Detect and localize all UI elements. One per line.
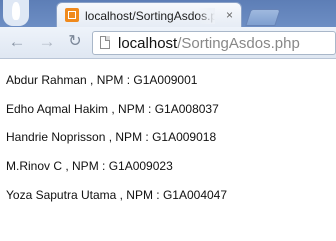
student-npm: G1A004047 bbox=[162, 188, 228, 202]
browser-tab[interactable]: localhost/SortingAsdos.php × bbox=[56, 2, 242, 27]
xampp-favicon-icon bbox=[65, 8, 79, 22]
student-npm: G1A009001 bbox=[133, 73, 198, 87]
address-bar[interactable]: localhost/SortingAsdos.php bbox=[92, 31, 336, 55]
student-name: Handrie Noprisson bbox=[6, 130, 106, 144]
student-line-5: Yoza Saputra Utama , NPM : G1A004047 bbox=[6, 187, 227, 203]
student-name: Yoza Saputra Utama bbox=[6, 188, 117, 202]
address-host: localhost bbox=[118, 35, 178, 52]
browser-tabstrip: localhost/SortingAsdos.php × bbox=[0, 0, 336, 27]
student-npm: G1A009023 bbox=[108, 159, 173, 173]
student-npm: G1A008037 bbox=[154, 102, 219, 116]
page-icon bbox=[100, 36, 110, 49]
student-line-4: M.Rinov C , NPM : G1A009023 bbox=[6, 158, 173, 174]
tab-title: localhost/SortingAsdos.php bbox=[85, 8, 215, 24]
close-tab-icon[interactable]: × bbox=[226, 8, 233, 22]
browser-toolbar: ← → ↻ localhost/SortingAsdos.php bbox=[0, 27, 336, 59]
npm-separator: , NPM : bbox=[86, 73, 134, 87]
npm-separator: , NPM : bbox=[62, 159, 109, 173]
address-url[interactable]: localhost/SortingAsdos.php bbox=[118, 35, 300, 52]
student-line-1: Abdur Rahman , NPM : G1A009001 bbox=[6, 72, 197, 88]
npm-separator: , NPM : bbox=[105, 130, 153, 144]
npm-separator: , NPM : bbox=[108, 102, 155, 116]
address-path: /SortingAsdos.php bbox=[177, 35, 300, 52]
profile-icon bbox=[3, 0, 29, 26]
student-line-3: Handrie Noprisson , NPM : G1A009018 bbox=[6, 129, 216, 145]
forward-button[interactable]: → bbox=[38, 33, 56, 51]
student-name: Edho Aqmal Hakim bbox=[6, 102, 109, 116]
student-line-2: Edho Aqmal Hakim , NPM : G1A008037 bbox=[6, 101, 219, 117]
student-npm: G1A009018 bbox=[152, 130, 217, 144]
back-button[interactable]: ← bbox=[8, 33, 26, 51]
new-tab-button[interactable] bbox=[245, 9, 281, 26]
student-name: M.Rinov C bbox=[6, 159, 63, 173]
npm-separator: , NPM : bbox=[116, 188, 163, 202]
page-content: Abdur Rahman , NPM : G1A009001 Edho Aqma… bbox=[0, 59, 336, 241]
reload-button[interactable]: ↻ bbox=[66, 33, 84, 51]
student-name: Abdur Rahman bbox=[6, 73, 87, 87]
